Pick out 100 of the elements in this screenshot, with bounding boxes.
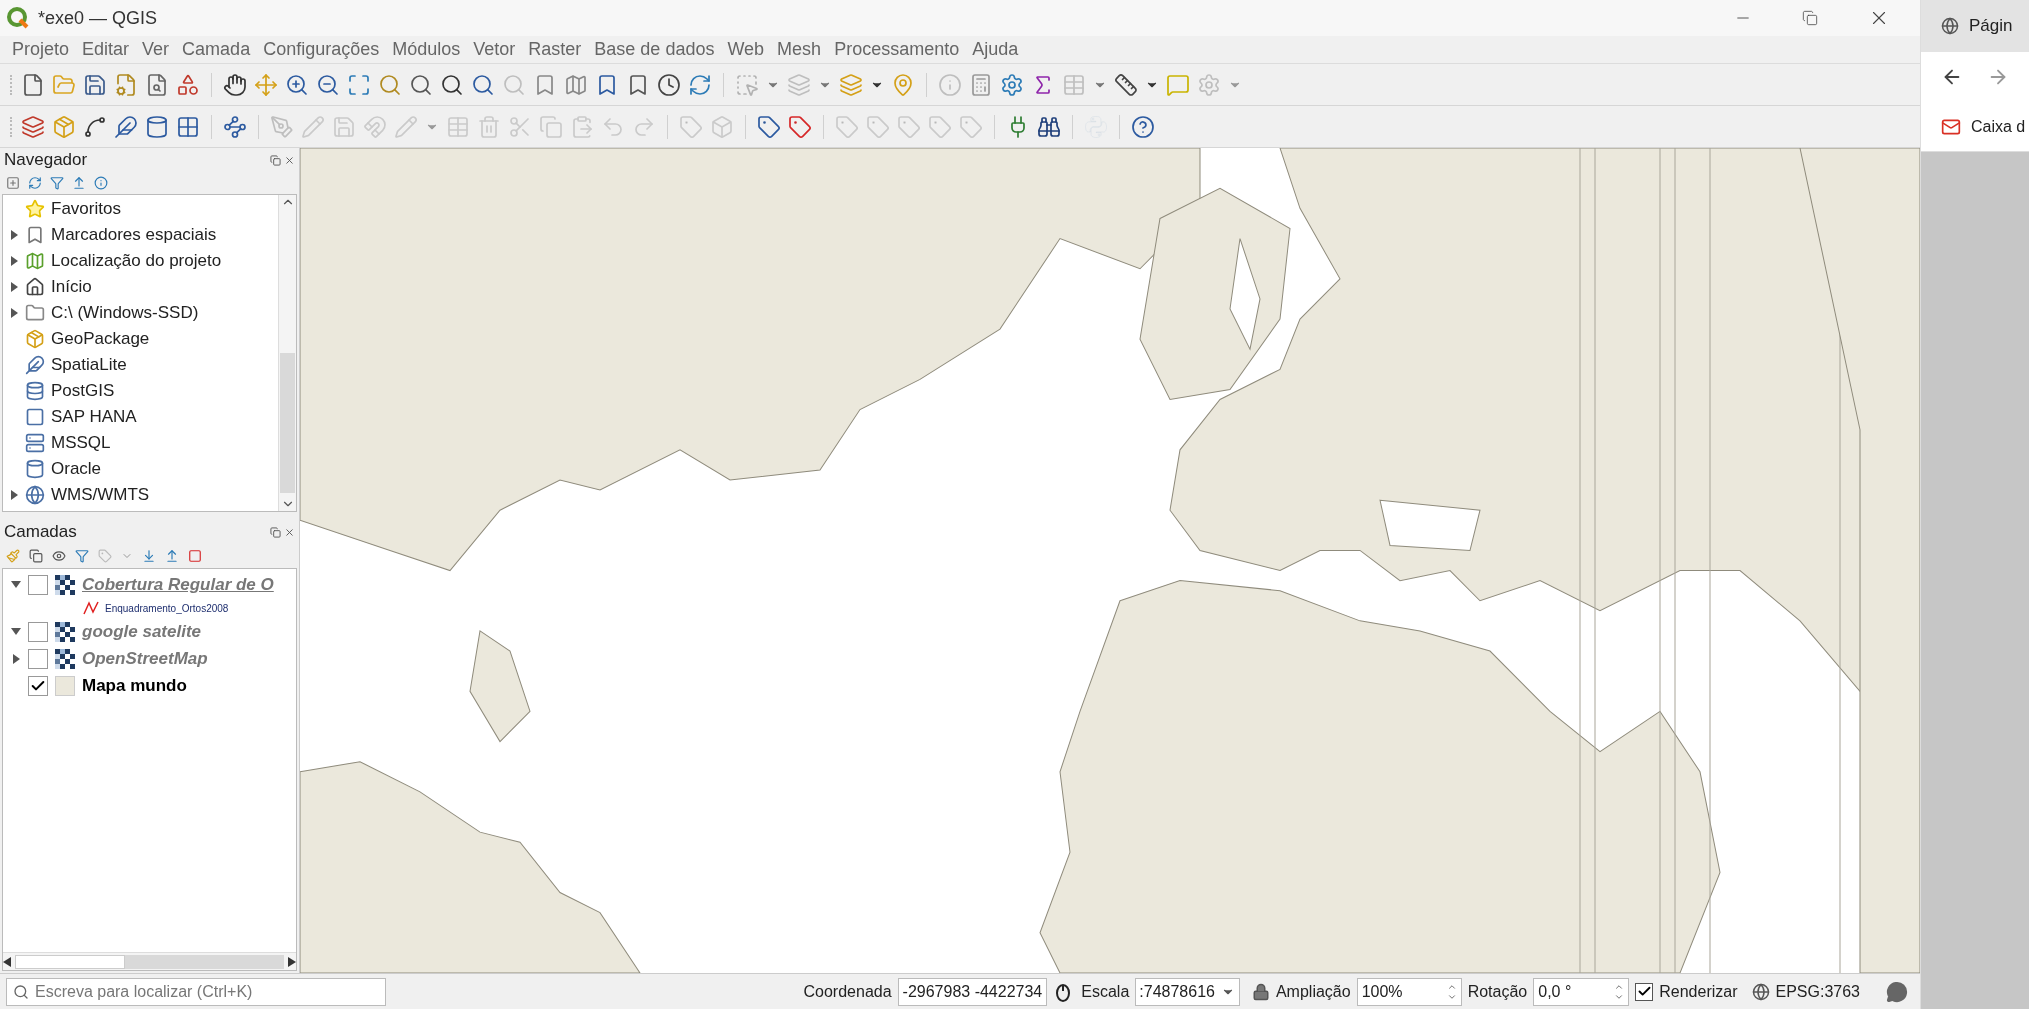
tree-item[interactable]: WMS/WMTS	[51, 482, 150, 508]
new-file-icon[interactable]	[21, 72, 45, 97]
collapse-arrow-icon[interactable]	[10, 308, 18, 318]
file-settings-icon[interactable]	[114, 72, 138, 97]
menu-item[interactable]: Módulos	[386, 36, 467, 63]
menu-item[interactable]: Projeto	[6, 36, 76, 63]
tree-item[interactable]: C:\ (Windows-SSD)	[51, 300, 199, 326]
layer-checkbox[interactable]	[28, 621, 48, 642]
collapse-arrow-icon[interactable]	[10, 230, 18, 240]
magnifier-spinbox[interactable]: 100%	[1356, 977, 1462, 1006]
save-icon[interactable]	[83, 72, 107, 97]
tree-item[interactable]: Localização do projeto	[51, 248, 222, 274]
brush-icon[interactable]	[6, 549, 20, 563]
menu-item[interactable]: Processamento	[828, 36, 966, 63]
layers-icon[interactable]	[839, 72, 863, 97]
rotation-spinbox[interactable]: 0,0 °	[1533, 977, 1630, 1006]
menu-item[interactable]: Base de dados	[588, 36, 721, 63]
remove-layer-icon[interactable]	[188, 549, 202, 563]
search-field[interactable]: Escreva para localizar (Ctrl+K)	[6, 977, 386, 1006]
layer-checkbox[interactable]	[28, 675, 48, 696]
collapse-arrow-icon[interactable]	[10, 282, 18, 292]
float-icon[interactable]	[270, 526, 281, 538]
tree-item[interactable]: Marcadores espaciais	[51, 222, 217, 248]
refresh-icon[interactable]	[688, 72, 712, 97]
layer-checkbox[interactable]	[28, 648, 48, 669]
tree-item[interactable]: Favoritos	[51, 196, 121, 222]
globe-icon[interactable]	[1751, 982, 1770, 1001]
pan-hand-icon[interactable]	[223, 72, 247, 97]
map-pin-icon[interactable]	[891, 72, 915, 97]
toolbar-handle[interactable]	[10, 74, 14, 95]
expand-arrow-icon[interactable]	[11, 581, 21, 588]
close-icon[interactable]	[284, 526, 295, 538]
coordinate-field[interactable]: -2967983 -4422734	[897, 977, 1048, 1006]
label-icon[interactable]	[757, 114, 781, 139]
toolbar-handle[interactable]	[10, 116, 14, 137]
tree-item[interactable]: PostGIS	[51, 378, 115, 404]
layer-name[interactable]: OpenStreetMap	[82, 645, 208, 672]
scale-dropdown[interactable]: :74878616	[1135, 977, 1240, 1006]
magnifier-icon[interactable]	[440, 72, 464, 97]
expand-all-icon[interactable]	[142, 549, 156, 563]
tree-item[interactable]: MSSQL	[51, 430, 111, 456]
collapse-icon[interactable]	[72, 176, 86, 190]
add-icon[interactable]	[6, 176, 20, 190]
float-icon[interactable]	[270, 154, 281, 166]
magnifier-icon[interactable]	[409, 72, 433, 97]
tree-item[interactable]: Oracle	[51, 456, 102, 482]
menu-item[interactable]: Ajuda	[966, 36, 1025, 63]
vertex-icon[interactable]	[223, 114, 247, 139]
ruler-icon[interactable]	[1114, 72, 1138, 97]
tree-item[interactable]: Início	[51, 274, 92, 300]
menu-item[interactable]: Editar	[76, 36, 136, 63]
collapse-arrow-icon[interactable]	[12, 653, 20, 664]
collapse-all-icon[interactable]	[165, 549, 179, 563]
tree-item[interactable]: GeoPackage	[51, 326, 150, 352]
menu-item[interactable]: Raster	[522, 36, 588, 63]
refresh-icon[interactable]	[28, 176, 42, 190]
label-icon[interactable]	[788, 114, 812, 139]
lock-icon[interactable]	[1251, 982, 1270, 1001]
collapse-arrow-icon[interactable]	[10, 256, 18, 266]
vertex-icon[interactable]	[83, 114, 107, 139]
layer-name[interactable]: google satelite	[82, 618, 202, 645]
clock-icon[interactable]	[657, 72, 681, 97]
browser-tab[interactable]: Págin	[1921, 0, 2029, 52]
add-layer-icon[interactable]	[21, 114, 45, 139]
layer-name[interactable]: Mapa mundo	[82, 672, 187, 699]
menu-item[interactable]: Mesh	[771, 36, 828, 63]
file-search-icon[interactable]	[145, 72, 169, 97]
menu-item[interactable]: Web	[721, 36, 771, 63]
render-checkbox[interactable]	[1635, 982, 1654, 1001]
layer-checkbox[interactable]	[28, 574, 48, 595]
menu-item[interactable]: Vetor	[467, 36, 522, 63]
cube-icon[interactable]	[52, 114, 76, 139]
menu-item[interactable]: Ver	[136, 36, 176, 63]
open-folder-icon[interactable]	[52, 72, 76, 97]
tree-item[interactable]: SAP HANA	[51, 404, 137, 430]
filter-icon[interactable]	[75, 549, 89, 563]
eye-icon[interactable]	[52, 549, 66, 563]
bookmark-link[interactable]: Caixa d	[1971, 114, 2026, 139]
feather-icon[interactable]	[114, 114, 138, 139]
magnifier-icon[interactable]	[471, 72, 495, 97]
maximize-icon[interactable]	[347, 72, 371, 97]
restore-icon[interactable]	[1802, 10, 1818, 26]
collapse-arrow-icon[interactable]	[10, 490, 18, 500]
info-icon[interactable]	[94, 176, 108, 190]
help-book-icon[interactable]	[1131, 114, 1155, 139]
move-arrows-icon[interactable]	[254, 72, 278, 97]
messages-icon[interactable]	[1886, 980, 1908, 1003]
crs-button[interactable]: EPSG:3763	[1775, 979, 1860, 1004]
gear-icon[interactable]	[1000, 72, 1024, 97]
scroll-right-icon[interactable]	[288, 956, 296, 967]
menu-item[interactable]: Camada	[176, 36, 257, 63]
sublayer-name[interactable]: Enquadramento_Ortos2008	[105, 600, 229, 616]
calculator-icon[interactable]	[969, 72, 993, 97]
grid-icon[interactable]	[176, 114, 200, 139]
tree-item[interactable]: SpatiaLite	[51, 352, 127, 378]
close-icon[interactable]	[284, 154, 295, 166]
search-input[interactable]: Escreva para localizar (Ctrl+K)	[35, 979, 379, 1004]
expand-arrow-icon[interactable]	[11, 628, 21, 635]
zoom-in-icon[interactable]	[285, 72, 309, 97]
zoom-out-icon[interactable]	[316, 72, 340, 97]
